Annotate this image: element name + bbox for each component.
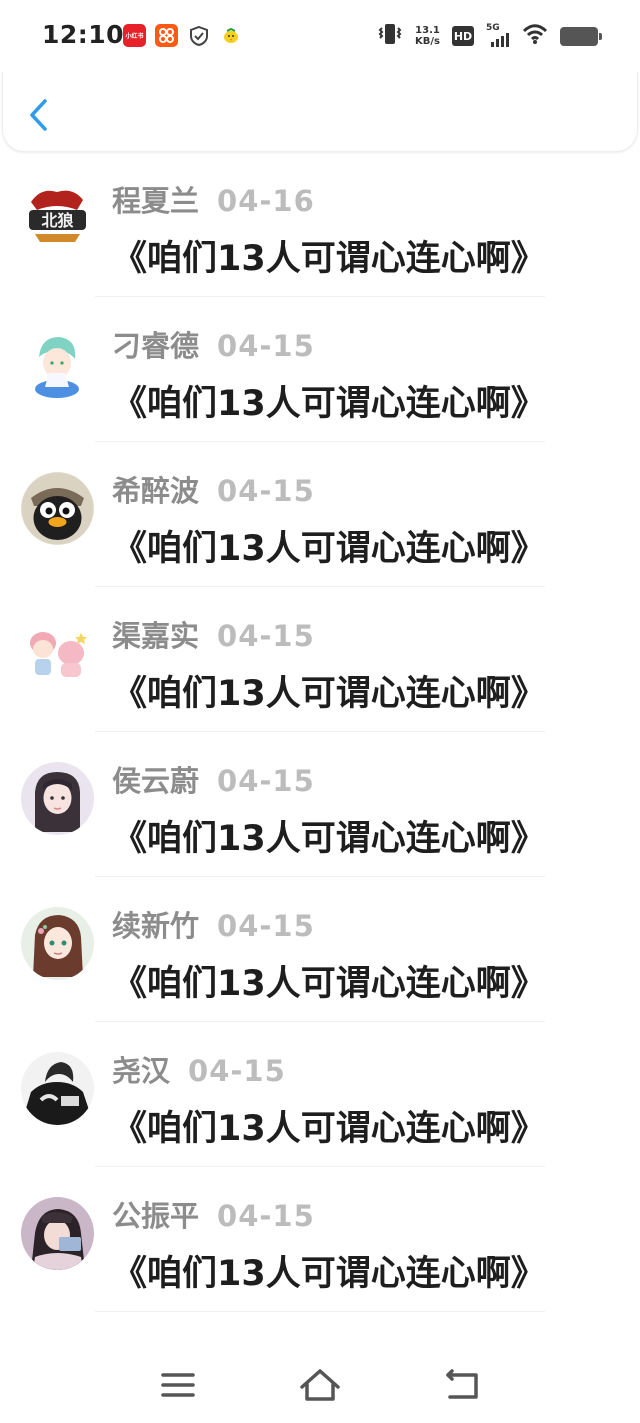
svg-text:北狼: 北狼 — [41, 211, 73, 230]
sender-name: 希醉波 — [112, 474, 200, 508]
sender-name: 渠嘉实 — [112, 619, 200, 653]
item-title: 《咱们13人可谓心连心啊》 — [112, 674, 546, 714]
battery-icon — [560, 26, 602, 46]
chevron-left-icon — [30, 99, 47, 131]
sender-name: 刁睿德 — [112, 329, 200, 363]
item-date: 04-15 — [217, 1199, 315, 1233]
list-item[interactable]: 渠嘉实 04-15 《咱们13人可谓心连心啊》 — [0, 587, 640, 732]
item-meta: 渠嘉实 04-15 — [112, 613, 315, 655]
sender-name: 公振平 — [112, 1199, 200, 1233]
item-title: 《咱们13人可谓心连心啊》 — [112, 384, 546, 424]
item-date: 04-15 — [217, 329, 315, 363]
item-title: 《咱们13人可谓心连心啊》 — [112, 239, 546, 279]
network-speed: 13.1 KB/s — [415, 25, 440, 47]
item-title: 《咱们13人可谓心连心啊》 — [112, 1254, 546, 1294]
status-bar: 12:10 小红书 13.1 KB/s HD 5G — [0, 0, 640, 70]
girl-portrait-avatar[interactable] — [21, 762, 94, 835]
divider — [95, 1311, 545, 1312]
list-item[interactable]: 希醉波 04-15 《咱们13人可谓心连心啊》 — [0, 442, 640, 587]
sender-name: 侯云蔚 — [112, 764, 200, 798]
wifi-icon — [522, 23, 548, 49]
item-title: 《咱们13人可谓心连心啊》 — [112, 964, 546, 1004]
list-item[interactable]: 尧汉 04-15 《咱们13人可谓心连心啊》 — [0, 1022, 640, 1167]
item-date: 04-15 — [217, 764, 315, 798]
message-list: 北狼 程夏兰 04-16 《咱们13人可谓心连心啊》 刁睿德 04-15 《咱们… — [0, 152, 640, 1312]
return-icon — [446, 1369, 478, 1399]
list-item[interactable]: 刁睿德 04-15 《咱们13人可谓心连心啊》 — [0, 297, 640, 442]
anime-boy-avatar[interactable] — [21, 327, 94, 400]
item-meta: 侯云蔚 04-15 — [112, 758, 315, 800]
item-meta: 刁睿德 04-15 — [112, 323, 315, 365]
menu-icon — [161, 1373, 195, 1397]
back-nav-button[interactable] — [442, 1365, 482, 1405]
vibrate-icon — [377, 22, 403, 50]
item-date: 04-15 — [217, 619, 315, 653]
penguin-pilot-avatar[interactable] — [21, 472, 94, 545]
anime-girl-avatar[interactable] — [21, 907, 94, 980]
item-date: 04-15 — [188, 1054, 286, 1088]
home-button[interactable] — [298, 1365, 342, 1405]
status-time: 12:10 — [42, 20, 125, 49]
sender-name: 尧汉 — [112, 1054, 171, 1088]
system-icons: 13.1 KB/s HD 5G — [377, 22, 602, 50]
item-date: 04-16 — [217, 184, 315, 218]
hd-badge: HD — [452, 26, 474, 46]
back-button[interactable] — [25, 98, 51, 132]
item-meta: 程夏兰 04-16 — [112, 178, 315, 220]
system-navigation-bar — [0, 1343, 640, 1423]
menu-button[interactable] — [158, 1365, 198, 1405]
list-item[interactable]: 续新竹 04-15 《咱们13人可谓心连心啊》 — [0, 877, 640, 1022]
chick-icon — [219, 24, 242, 47]
item-meta: 续新竹 04-15 — [112, 903, 315, 945]
list-item[interactable]: 公振平 04-15 《咱们13人可谓心连心啊》 — [0, 1167, 640, 1312]
home-icon — [300, 1369, 340, 1401]
item-title: 《咱们13人可谓心连心啊》 — [112, 819, 546, 859]
sender-name: 程夏兰 — [112, 184, 200, 218]
xiaohongshu-icon: 小红书 — [123, 24, 146, 47]
top-bar — [2, 72, 638, 152]
notification-icons: 小红书 — [123, 24, 242, 47]
wolf-logo-avatar[interactable]: 北狼 — [21, 182, 94, 255]
shield-check-icon — [187, 24, 210, 47]
list-item[interactable]: 侯云蔚 04-15 《咱们13人可谓心连心啊》 — [0, 732, 640, 877]
item-meta: 公振平 04-15 — [112, 1193, 315, 1235]
item-title: 《咱们13人可谓心连心啊》 — [112, 529, 546, 569]
item-meta: 尧汉 04-15 — [112, 1048, 286, 1090]
cartoon-couple-avatar[interactable] — [21, 617, 94, 690]
cellular-signal-icon: 5G — [486, 23, 510, 47]
taobao-icon — [155, 24, 178, 47]
item-title: 《咱们13人可谓心连心啊》 — [112, 1109, 546, 1149]
girl-card-avatar[interactable] — [21, 1197, 94, 1270]
item-date: 04-15 — [217, 474, 315, 508]
sender-name: 续新竹 — [112, 909, 200, 943]
item-meta: 希醉波 04-15 — [112, 468, 315, 510]
item-date: 04-15 — [217, 909, 315, 943]
list-item[interactable]: 北狼 程夏兰 04-16 《咱们13人可谓心连心啊》 — [0, 152, 640, 297]
bw-photo-avatar[interactable] — [21, 1052, 94, 1125]
